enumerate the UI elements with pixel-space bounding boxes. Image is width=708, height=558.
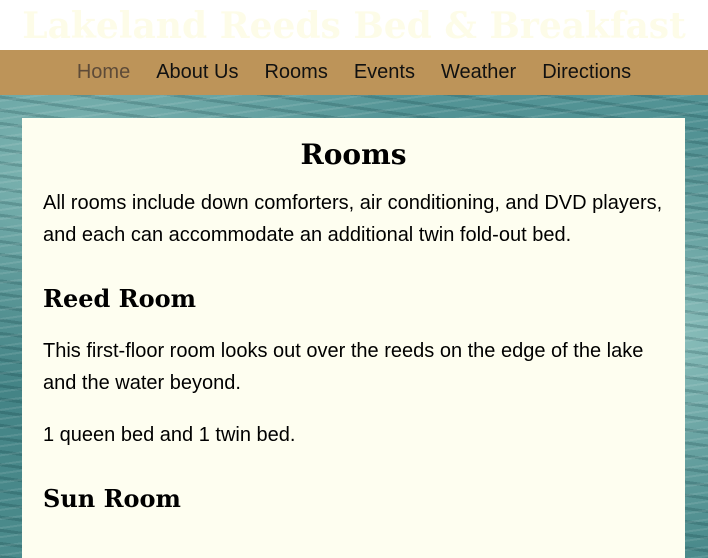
site-title: Lakeland Reeds Bed & Breakfast [0, 0, 708, 50]
nav-item-home: Home [77, 50, 130, 95]
intro-text: All rooms include down comforters, air c… [43, 192, 663, 246]
nav-item-events: Events [354, 50, 415, 95]
page-title: Rooms [300, 138, 407, 171]
nav-link-home[interactable]: Home [77, 50, 130, 95]
nav-list: Home About Us Rooms Events Weather Direc… [0, 50, 708, 95]
room-heading-reed: Reed Room [43, 284, 196, 313]
content-panel: Rooms All rooms include down comforters,… [22, 118, 685, 558]
nav-item-weather: Weather [441, 50, 516, 95]
main-nav: Home About Us Rooms Events Weather Direc… [0, 50, 708, 95]
nav-link-rooms[interactable]: Rooms [264, 50, 327, 95]
room-heading-sun: Sun Room [43, 484, 181, 513]
nav-link-directions[interactable]: Directions [542, 50, 631, 95]
nav-item-about-us: About Us [156, 50, 238, 95]
room-beds-reed: 1 queen bed and 1 twin bed. [43, 424, 296, 446]
nav-link-weather[interactable]: Weather [441, 50, 516, 95]
room-description-reed: This first-floor room looks out over the… [43, 340, 644, 394]
nav-item-directions: Directions [542, 50, 631, 95]
nav-link-about-us[interactable]: About Us [156, 50, 238, 95]
nav-item-rooms: Rooms [264, 50, 327, 95]
nav-link-events[interactable]: Events [354, 50, 415, 95]
